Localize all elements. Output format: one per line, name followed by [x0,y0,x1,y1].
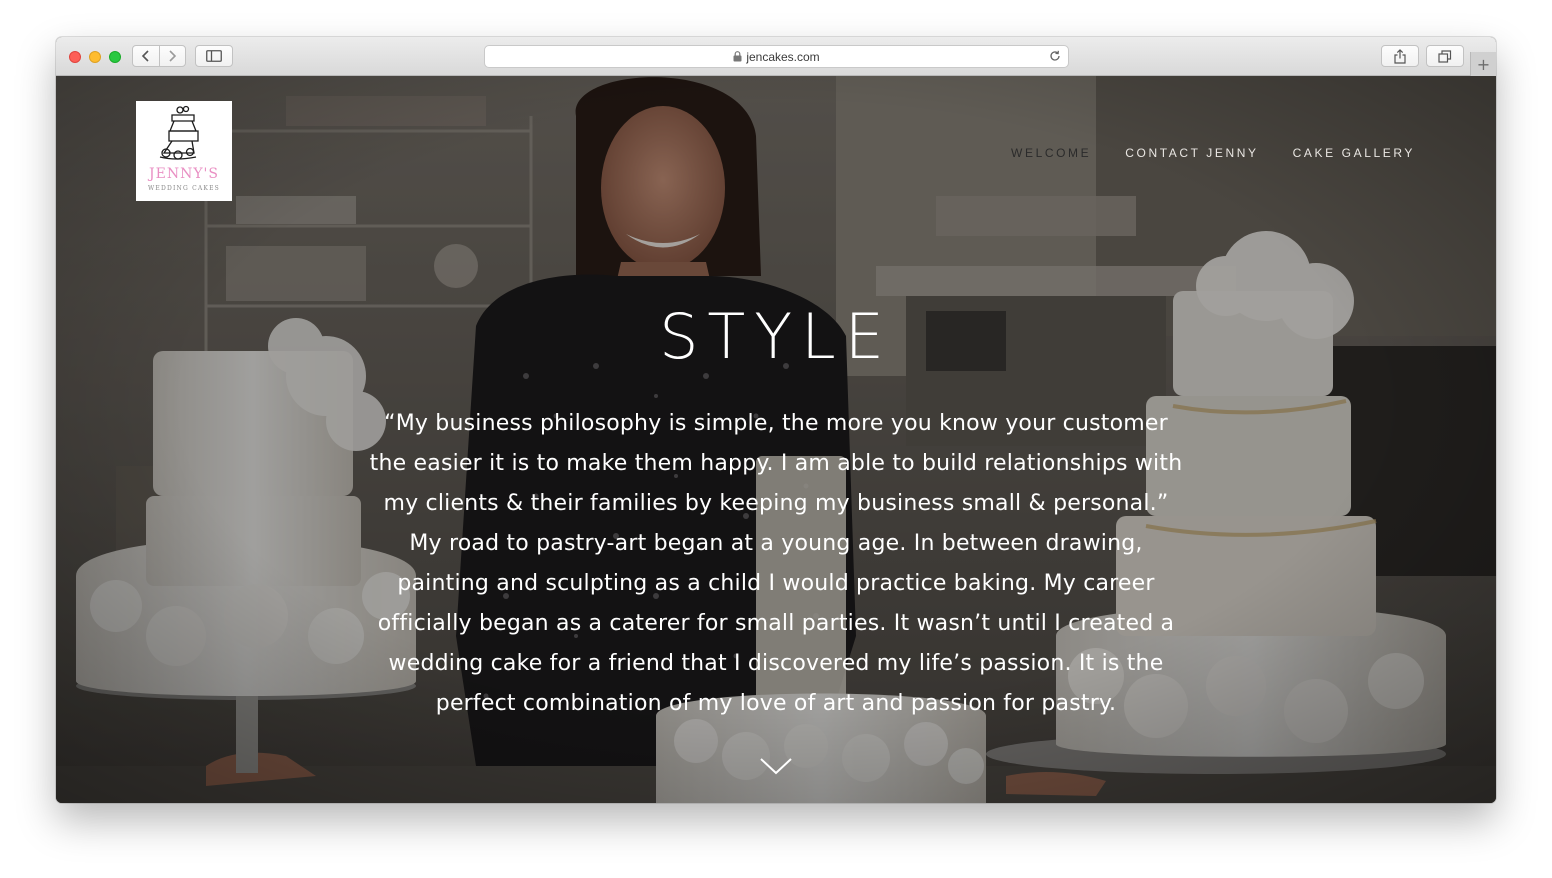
address-url: jencakes.com [746,49,820,64]
forward-button[interactable] [158,46,186,66]
sidebar-toggle-button[interactable] [195,45,233,67]
chevron-left-icon [141,50,149,62]
back-button[interactable] [133,46,159,66]
nav-cake-gallery[interactable]: CAKE GALLERY [1293,146,1415,160]
tabs-icon [1438,49,1452,63]
nav-contact-jenny[interactable]: CONTACT JENNY [1125,146,1258,160]
nav-welcome[interactable]: WELCOME [1011,146,1091,160]
scroll-down-chevron-icon[interactable] [759,757,793,775]
minimize-window-button[interactable] [89,51,101,63]
reload-icon[interactable] [1048,49,1062,63]
logo-tagline: WEDDING CAKES [148,185,220,192]
new-tab-button[interactable]: + [1470,52,1496,76]
sidebar-icon [206,50,222,62]
main-navigation: WELCOME CONTACT JENNY CAKE GALLERY [1011,146,1415,160]
hero-section: JENNY'S WEDDING CAKES WELCOME CONTACT JE… [56,76,1496,803]
chevron-right-icon [169,50,177,62]
history-nav [132,45,186,67]
share-button[interactable] [1381,45,1419,67]
hero-quote: “My business philosophy is simple, the m… [369,411,1183,516]
share-icon [1394,48,1406,64]
hero-title: STYLE [659,300,893,373]
tab-overview-button[interactable] [1426,45,1464,67]
browser-toolbar: jencakes.com + [56,37,1496,76]
close-window-button[interactable] [69,51,81,63]
zoom-window-button[interactable] [109,51,121,63]
lock-icon [733,51,742,62]
site-logo[interactable]: JENNY'S WEDDING CAKES [136,101,232,201]
browser-window: jencakes.com + JENNY'S WEDDING CAKES WEL… [56,37,1496,803]
address-bar[interactable]: jencakes.com [484,45,1069,68]
logo-name: JENNY'S [148,166,219,182]
hero-paragraph: My road to pastry-art began at a young a… [377,531,1175,716]
hero-body: “My business philosophy is simple, the m… [366,404,1186,724]
